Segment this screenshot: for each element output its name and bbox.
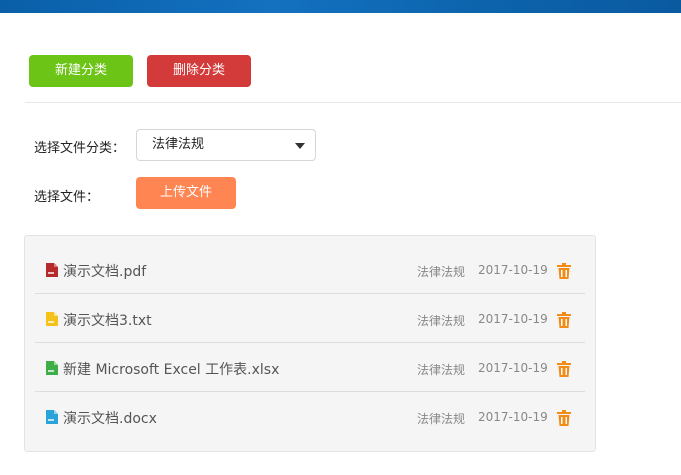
file-row[interactable]: 演示文档.docx 法律法规 2017-10-19: [35, 393, 585, 441]
file-name[interactable]: 演示文档.pdf: [63, 261, 146, 281]
chevron-down-icon: [295, 143, 305, 149]
divider: [25, 102, 681, 103]
category-select-value: 法律法规: [152, 137, 205, 152]
row-divider: [35, 391, 585, 392]
category-select[interactable]: 法律法规: [136, 129, 316, 161]
file-name[interactable]: 演示文档3.txt: [63, 310, 152, 330]
file-date: 2017-10-19: [478, 263, 548, 277]
file-category: 法律法规: [417, 363, 466, 377]
upload-file-button[interactable]: 上传文件: [136, 177, 236, 209]
row-divider: [35, 293, 585, 294]
delete-category-button[interactable]: 删除分类: [147, 55, 251, 87]
trash-icon[interactable]: [557, 263, 571, 279]
file-name[interactable]: 演示文档.docx: [63, 408, 157, 428]
file-date: 2017-10-19: [478, 361, 548, 375]
excel-file-icon: [46, 361, 58, 375]
file-category: 法律法规: [417, 265, 466, 279]
file-row[interactable]: 新建 Microsoft Excel 工作表.xlsx 法律法规 2017-10…: [35, 344, 585, 392]
top-header-bar: [0, 0, 681, 13]
file-category: 法律法规: [417, 412, 466, 426]
file-label: 选择文件：: [34, 190, 100, 205]
file-row[interactable]: 演示文档3.txt 法律法规 2017-10-19: [35, 295, 585, 343]
trash-icon[interactable]: [557, 361, 571, 377]
category-label: 选择文件分类：: [34, 141, 126, 156]
file-date: 2017-10-19: [478, 312, 548, 326]
file-list: 演示文档.pdf 法律法规 2017-10-19 演示文档3.txt 法律法规 …: [24, 235, 596, 452]
trash-icon[interactable]: [557, 410, 571, 426]
pdf-file-icon: [46, 263, 58, 277]
file-name[interactable]: 新建 Microsoft Excel 工作表.xlsx: [63, 359, 279, 379]
trash-icon[interactable]: [557, 312, 571, 328]
file-category: 法律法规: [417, 314, 466, 328]
word-file-icon: [46, 410, 58, 424]
file-row[interactable]: 演示文档.pdf 法律法规 2017-10-19: [35, 246, 585, 294]
file-date: 2017-10-19: [478, 410, 548, 424]
row-divider: [35, 342, 585, 343]
txt-file-icon: [46, 312, 58, 326]
new-category-button[interactable]: 新建分类: [29, 55, 133, 87]
